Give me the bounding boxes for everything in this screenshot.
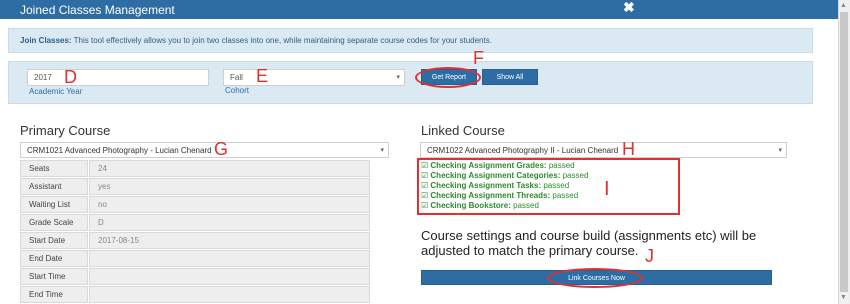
window-title: Joined Classes Management (20, 3, 175, 17)
cohort-select[interactable]: Fall ▾ (223, 69, 405, 86)
scroll-down-arrow-icon[interactable]: ▼ (840, 294, 847, 301)
annotation-letter-f: F (473, 48, 484, 68)
dropdown-arrow-icon: ▾ (778, 147, 782, 154)
annotation-letter-d: D (64, 67, 77, 87)
detail-label-grade-scale: Grade Scale (20, 214, 88, 231)
info-description: This tool effectively allows you to join… (71, 36, 492, 45)
dropdown-arrow-icon: ▾ (380, 147, 384, 154)
academic-year-input[interactable]: 2017 (27, 69, 209, 86)
show-all-button[interactable]: Show All (482, 69, 538, 85)
primary-course-heading: Primary Course (20, 123, 111, 138)
detail-label-seats: Seats (20, 160, 88, 177)
annotation-oval-link-courses (547, 268, 643, 288)
linked-course-value: CRM1022 Advanced Photography II - Lucian… (427, 146, 619, 155)
annotation-letter-e: E (256, 66, 269, 86)
linked-course-heading: Linked Course (421, 123, 505, 138)
detail-label-start-time: Start Time (20, 268, 88, 285)
annotation-letter-h: H (622, 139, 635, 159)
academic-year-label: Academic Year (29, 87, 83, 96)
detail-label-start-date: Start Date (20, 232, 88, 249)
detail-value-seats[interactable]: 24 (89, 160, 370, 177)
linked-course-select[interactable]: CRM1022 Advanced Photography II - Lucian… (420, 142, 787, 158)
detail-value-start-time[interactable] (89, 268, 370, 285)
info-label: Join Classes: (20, 36, 72, 45)
annotation-box-checks (417, 158, 680, 215)
detail-label-end-time: End Time (20, 286, 88, 303)
dropdown-arrow-icon: ▾ (396, 74, 400, 81)
cohort-value: Fall (230, 73, 243, 82)
annotation-oval-get-report (415, 67, 481, 88)
detail-value-start-date[interactable]: 2017-08-15 (89, 232, 370, 249)
primary-course-select[interactable]: CRM1021 Advanced Photography - Lucian Ch… (20, 142, 389, 158)
annotation-letter-j: J (645, 246, 654, 266)
scrollbar-thumb[interactable] (840, 12, 848, 292)
scroll-up-arrow-icon[interactable]: ▲ (840, 2, 847, 9)
close-icon[interactable]: ✖ (623, 0, 635, 16)
detail-value-assistant[interactable]: yes (89, 178, 370, 195)
annotation-letter-i: I (604, 178, 610, 200)
cohort-label: Cohort (225, 86, 250, 95)
detail-value-end-time[interactable] (89, 286, 370, 303)
detail-value-end-date[interactable] (89, 250, 370, 267)
detail-label-waiting-list: Waiting List (20, 196, 88, 213)
detail-label-end-date: End Date (20, 250, 88, 267)
annotation-letter-g: G (214, 139, 229, 159)
detail-label-assistant: Assistant (20, 178, 88, 195)
info-text: Join Classes: This tool effectively allo… (20, 36, 492, 45)
detail-value-grade-scale[interactable]: D (89, 214, 370, 231)
primary-course-value: CRM1021 Advanced Photography - Lucian Ch… (27, 146, 212, 155)
adjustment-note: Course settings and course build (assign… (421, 228, 757, 258)
detail-value-waiting-list[interactable]: no (89, 196, 370, 213)
